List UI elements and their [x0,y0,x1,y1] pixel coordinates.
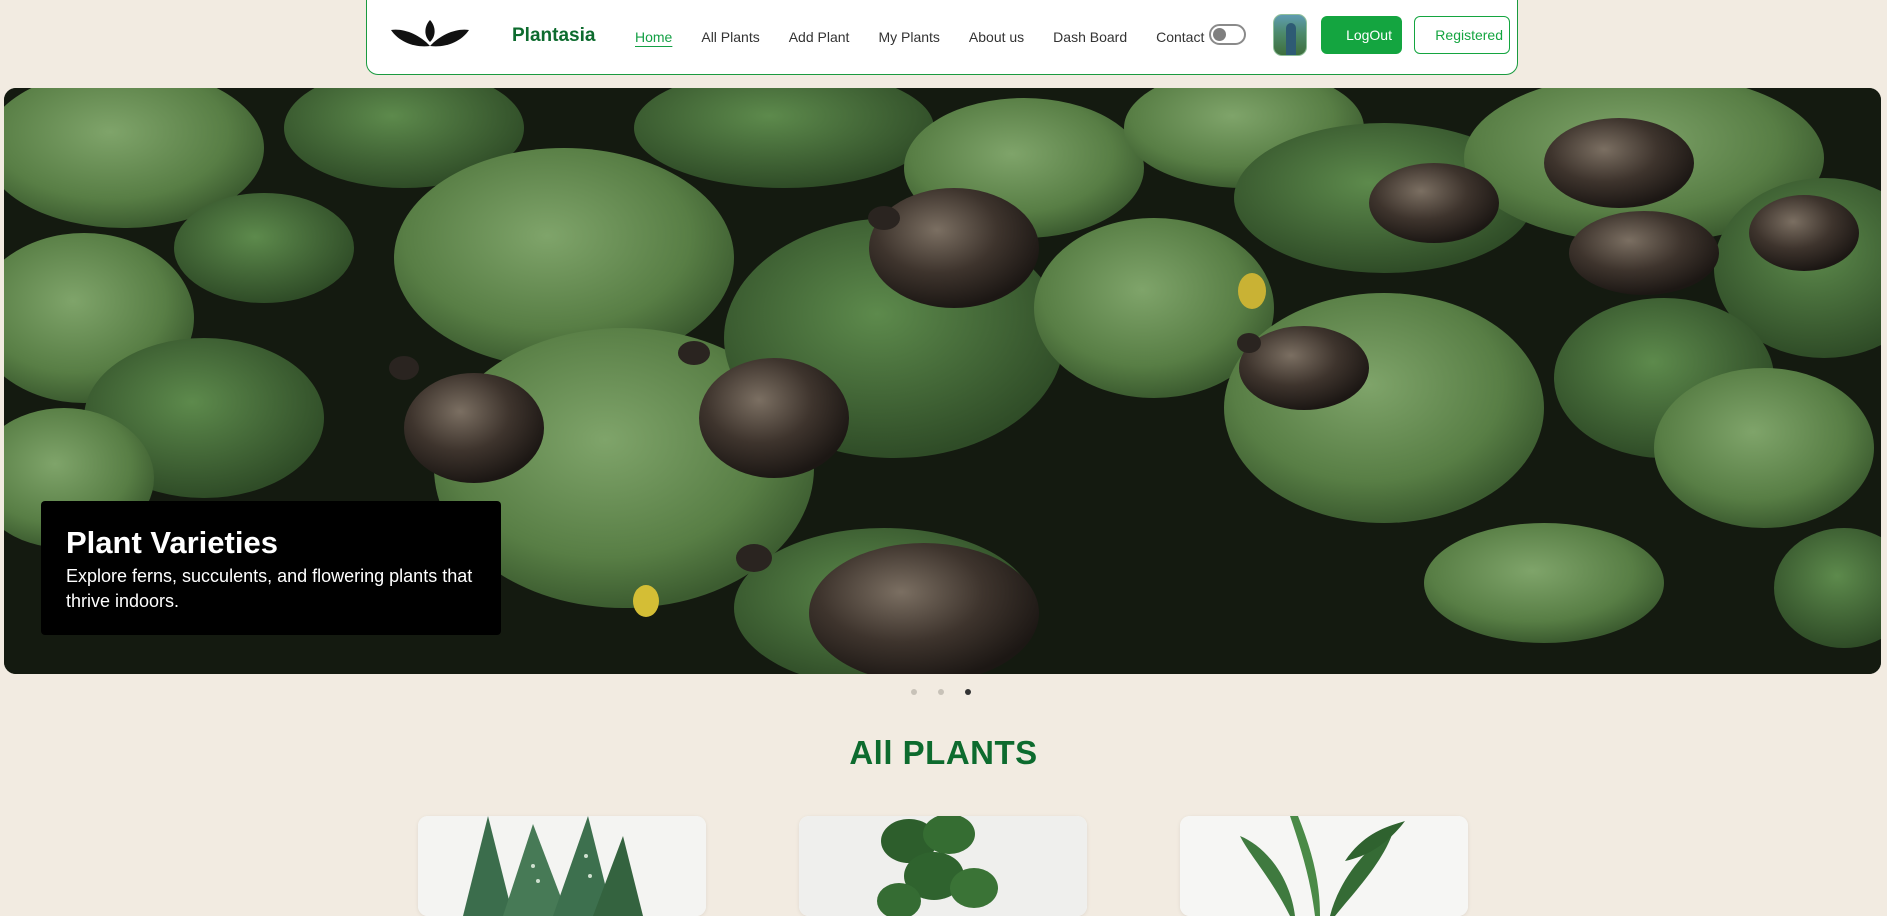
carousel-indicators [911,689,992,695]
caption-text: Explore ferns, succulents, and flowering… [66,566,473,611]
plant-card[interactable] [1180,816,1468,916]
avatar-person-icon [1286,23,1296,55]
main-nav: Home All Plants Add Plant My Plants Abou… [635,0,1233,73]
registered-button[interactable]: Registered [1414,16,1510,54]
nav-contact[interactable]: Contact [1156,29,1204,45]
nav-all-plants[interactable]: All Plants [701,29,759,45]
toggle-knob [1213,28,1226,41]
plant-card[interactable] [418,816,706,916]
brand-name[interactable]: Plantasia [512,25,595,47]
carousel-caption: Plant Varieties Explore ferns, succulent… [41,501,501,635]
aloe-plant-image [418,816,706,916]
leaf-logo-icon [391,20,469,47]
theme-toggle[interactable] [1209,24,1246,45]
brand[interactable]: Plantasia [389,18,595,52]
fiddle-leaf-plant-image [799,816,1087,916]
plant-card[interactable] [799,816,1087,916]
nav-home[interactable]: Home [635,29,672,45]
hero-carousel: Plant Varieties Explore ferns, succulent… [4,88,1881,674]
nav-dash-board[interactable]: Dash Board [1053,29,1127,45]
nav-add-plant[interactable]: Add Plant [789,29,850,45]
peace-lily-plant-image [1180,816,1468,916]
carousel-dot-2[interactable] [938,689,944,695]
section-title: All PLANTS [849,734,1038,771]
logout-button[interactable]: LogOut [1321,16,1402,54]
caption-title: Plant Varieties [66,525,278,560]
avatar[interactable] [1273,14,1307,56]
nav-my-plants[interactable]: My Plants [878,29,939,45]
carousel-dot-1[interactable] [911,689,917,695]
nav-about-us[interactable]: About us [969,29,1024,45]
top-navbar: Plantasia Home All Plants Add Plant My P… [366,0,1518,75]
carousel-dot-3[interactable] [965,689,971,695]
